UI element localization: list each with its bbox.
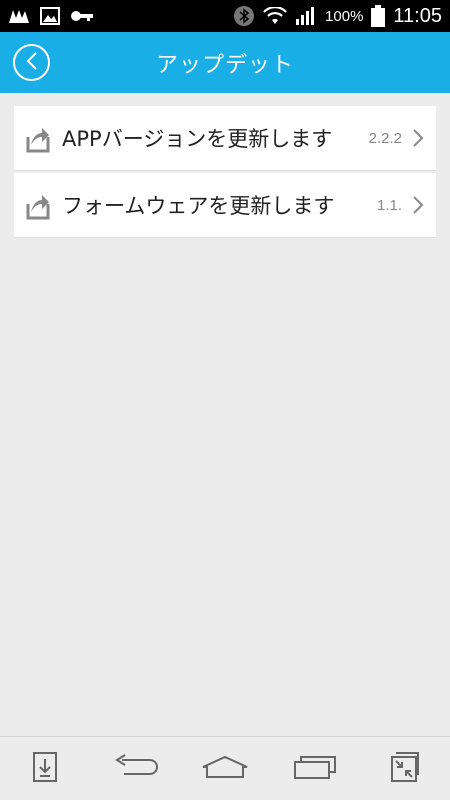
wifi-icon bbox=[263, 7, 287, 25]
key-icon bbox=[70, 9, 94, 23]
app-version-update-row[interactable]: APPバージョンを更新します 2.2.2 bbox=[14, 106, 436, 171]
recent-apps-nav-button[interactable] bbox=[283, 741, 347, 797]
app-header: アップデット bbox=[0, 32, 450, 93]
chevron-right-icon bbox=[406, 195, 430, 215]
page-title: アップデット bbox=[155, 52, 294, 78]
firmware-update-row[interactable]: フォームウェアを更新します 1.1. bbox=[14, 173, 436, 238]
back-button[interactable] bbox=[13, 44, 50, 81]
back-chevron-icon bbox=[24, 51, 40, 75]
status-bar-right: 100% 11:05 bbox=[233, 5, 442, 28]
firmware-update-label: フォームウェアを更新します bbox=[62, 194, 335, 218]
update-list: APPバージョンを更新します 2.2.2 フォームウェアを更新します 1.1. bbox=[14, 106, 436, 240]
status-bar-left bbox=[8, 7, 94, 25]
app-version-update-label: APPバージョンを更新します bbox=[62, 127, 333, 151]
app-version-value: 2.2.2 bbox=[368, 129, 402, 147]
shrink-nav-button[interactable] bbox=[373, 741, 437, 797]
firmware-version-value: 1.1. bbox=[376, 196, 402, 214]
download-icon bbox=[31, 750, 59, 788]
shrink-icon bbox=[390, 751, 420, 787]
home-nav-button[interactable] bbox=[193, 741, 257, 797]
back-nav-button[interactable] bbox=[103, 741, 167, 797]
download-nav-button[interactable] bbox=[13, 741, 77, 797]
bluetooth-icon bbox=[233, 5, 255, 27]
upload-icon bbox=[14, 190, 62, 220]
upload-icon bbox=[14, 123, 62, 153]
system-nav-bar bbox=[0, 736, 450, 800]
clock: 11:05 bbox=[393, 4, 442, 27]
signal-icon bbox=[295, 6, 317, 26]
recent-apps-icon bbox=[292, 754, 338, 784]
battery-percent: 100% bbox=[325, 7, 364, 25]
back-icon bbox=[112, 753, 158, 784]
chevron-right-icon bbox=[406, 128, 430, 148]
image-icon bbox=[40, 7, 60, 25]
battery-icon bbox=[371, 5, 386, 27]
app-notification-icon bbox=[8, 8, 30, 24]
status-bar: 100% 11:05 bbox=[0, 0, 450, 32]
home-icon bbox=[200, 754, 250, 784]
